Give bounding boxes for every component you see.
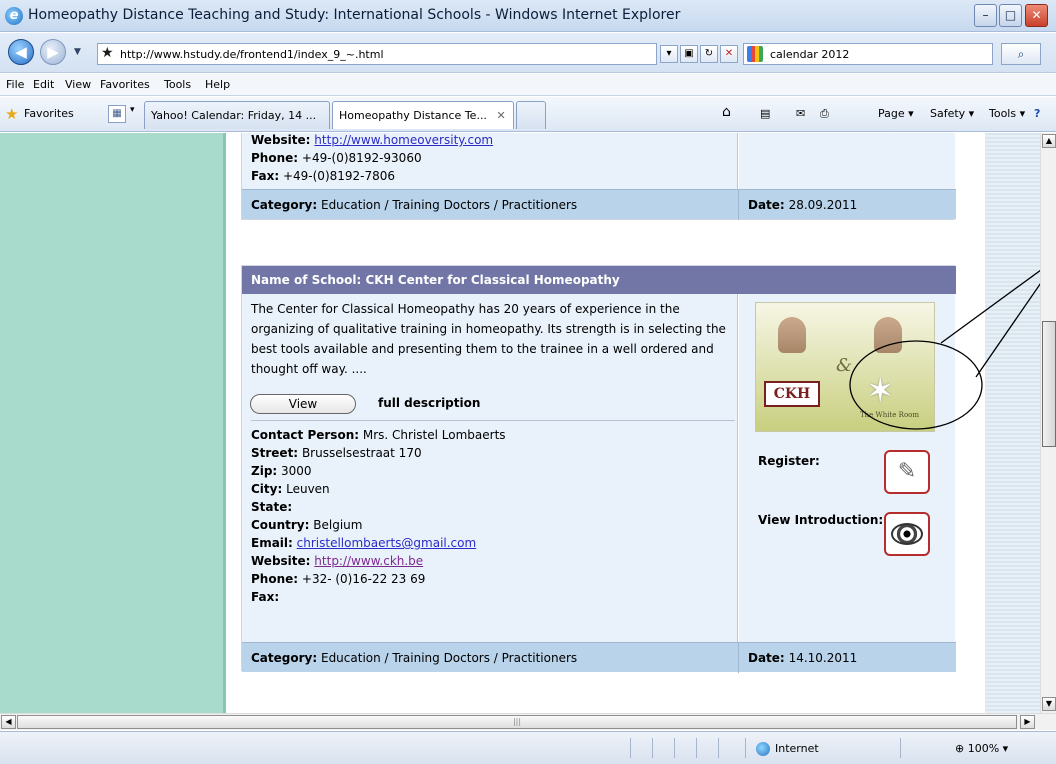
safety-menu[interactable]: Safety ▾	[930, 107, 974, 120]
scroll-down-icon[interactable]: ▼	[1042, 697, 1056, 711]
scroll-up-icon[interactable]: ▲	[1042, 134, 1056, 148]
history-dropdown-icon[interactable]: ▼	[74, 47, 81, 57]
view-description-button[interactable]: View	[250, 394, 356, 414]
ie-logo-icon: e	[5, 7, 23, 25]
help-icon[interactable]: ?	[1034, 107, 1040, 120]
forward-button[interactable]: ▶	[40, 39, 66, 65]
vertical-scroll-thumb[interactable]	[1042, 321, 1056, 447]
menu-favorites[interactable]: Favorites	[100, 78, 150, 91]
street-row: Street: Brusselsestraat 170	[251, 446, 422, 460]
phone-row: Phone: +49-(0)8192-93060	[251, 151, 422, 165]
menu-file[interactable]: File	[6, 78, 24, 91]
search-query[interactable]: calendar 2012	[770, 48, 849, 61]
school-entry-previous: Website: http://www.homeoversity.com Pho…	[241, 133, 956, 220]
tab-homeopathy[interactable]: Homeopathy Distance Te... ✕	[332, 101, 514, 129]
website-row: Website: http://www.ckh.be	[251, 554, 424, 568]
school-description: The Center for Classical Homeopathy has …	[251, 302, 726, 376]
zip-row: Zip: 3000	[251, 464, 312, 478]
contact-row: Contact Person: Mrs. Christel Lombaerts	[251, 428, 506, 442]
tab-label: Homeopathy Distance Te...	[339, 109, 487, 122]
left-sidebar	[0, 133, 226, 713]
zoom-magnifier-icon: ⊕	[955, 742, 965, 755]
website-link[interactable]: http://www.homeoversity.com	[314, 133, 493, 147]
compatibility-view-icon[interactable]: ▣	[680, 45, 698, 63]
home-icon[interactable]: ⌂	[722, 104, 731, 120]
quick-tabs-icon[interactable]: ▦	[108, 105, 126, 123]
new-tab-button[interactable]	[516, 101, 546, 129]
favorites-star-icon[interactable]: ★	[5, 105, 18, 123]
zoom-level[interactable]: ⊕ 100% ▾	[955, 742, 1008, 755]
search-go-button[interactable]: ⌕	[1001, 43, 1041, 65]
scroll-right-icon[interactable]: ▶	[1020, 715, 1035, 729]
eye-icon	[891, 523, 923, 545]
divider	[251, 420, 735, 421]
menu-edit[interactable]: Edit	[33, 78, 54, 91]
internet-globe-icon	[756, 742, 770, 756]
tab-yahoo-calendar[interactable]: Yahoo! Calendar: Friday, 14 ...	[144, 101, 330, 129]
register-callout-annotation	[849, 269, 1040, 430]
view-introduction-label: View Introduction:	[758, 513, 884, 527]
full-description-label: full description	[378, 396, 481, 410]
email-row: Email: christellombaerts@gmail.com	[251, 536, 477, 550]
refresh-button[interactable]: ↻	[700, 45, 718, 63]
state-row: State:	[251, 500, 293, 514]
website-row: Website: http://www.homeoversity.com	[251, 133, 494, 147]
security-zone[interactable]: Internet	[756, 742, 819, 756]
ckh-book-logo: CKH	[764, 381, 820, 407]
register-label: Register:	[758, 454, 820, 468]
fax-row: Fax: +49-(0)8192-7806	[251, 169, 396, 183]
close-window-button[interactable]: ✕	[1025, 4, 1048, 27]
page-menu[interactable]: Page ▾	[878, 107, 914, 120]
vertical-scrollbar[interactable]: ▲ ▼	[1040, 133, 1056, 713]
address-toolbar: ◀ ▶ ▼ ★ http://www.hstudy.de/frontend1/i…	[0, 33, 1056, 73]
favorites-button[interactable]: Favorites	[24, 107, 74, 120]
favorites-bar: ★ Favorites ▦ ▾ Yahoo! Calendar: Friday,…	[0, 97, 1056, 132]
tools-menu[interactable]: Tools ▾	[989, 107, 1025, 120]
web-content: Website: http://www.homeoversity.com Pho…	[0, 133, 1040, 713]
website-link[interactable]: http://www.ckh.be	[314, 554, 423, 568]
favicon-star-icon: ★	[101, 45, 114, 61]
close-tab-icon[interactable]: ✕	[496, 109, 505, 122]
fax-row: Fax:	[251, 590, 280, 604]
window-title-bar: e Homeopathy Distance Teaching and Study…	[0, 0, 1056, 32]
horizontal-scrollbar[interactable]: ◀ ||| ▶	[0, 713, 1056, 730]
back-button[interactable]: ◀	[8, 39, 34, 65]
menu-view[interactable]: View	[65, 78, 91, 91]
horizontal-scroll-thumb[interactable]: |||	[17, 715, 1017, 729]
menu-bar: File Edit View Favorites Tools Help	[0, 74, 1056, 96]
stop-button[interactable]: ✕	[720, 45, 738, 63]
mail-icon[interactable]: ✉	[796, 107, 805, 120]
status-bar: Internet ⊕ 100% ▾	[0, 731, 1056, 764]
search-input[interactable]: calendar 2012	[743, 43, 993, 65]
address-dropdown-button[interactable]: ▾	[660, 45, 678, 63]
window-title: Homeopathy Distance Teaching and Study: …	[28, 7, 681, 23]
category-row: Category: Education / Training Doctors /…	[242, 189, 956, 220]
minimize-button[interactable]: –	[974, 4, 997, 27]
view-introduction-eye-icon[interactable]	[884, 512, 930, 556]
tab-list-dropdown-icon[interactable]: ▾	[130, 105, 135, 115]
address-bar[interactable]: ★ http://www.hstudy.de/frontend1/index_9…	[97, 43, 657, 65]
print-icon[interactable]: ⎙	[820, 107, 829, 121]
phone-row: Phone: +32- (0)16-22 23 69	[251, 572, 426, 586]
country-row: Country: Belgium	[251, 518, 363, 532]
category-row: Category: Education / Training Doctors /…	[242, 642, 956, 673]
city-row: City: Leuven	[251, 482, 330, 496]
address-url[interactable]: http://www.hstudy.de/frontend1/index_9_~…	[120, 48, 384, 61]
email-link[interactable]: christellombaerts@gmail.com	[297, 536, 477, 550]
feeds-icon[interactable]: ▤	[760, 107, 770, 120]
scroll-left-icon[interactable]: ◀	[1, 715, 16, 729]
person-photo-left	[778, 317, 806, 353]
google-search-icon	[747, 46, 763, 62]
menu-help[interactable]: Help	[205, 78, 230, 91]
menu-tools[interactable]: Tools	[164, 78, 191, 91]
register-pen-icon[interactable]: ✎	[884, 450, 930, 494]
tab-label: Yahoo! Calendar: Friday, 14 ...	[151, 109, 317, 122]
maximize-button[interactable]: □	[999, 4, 1022, 27]
